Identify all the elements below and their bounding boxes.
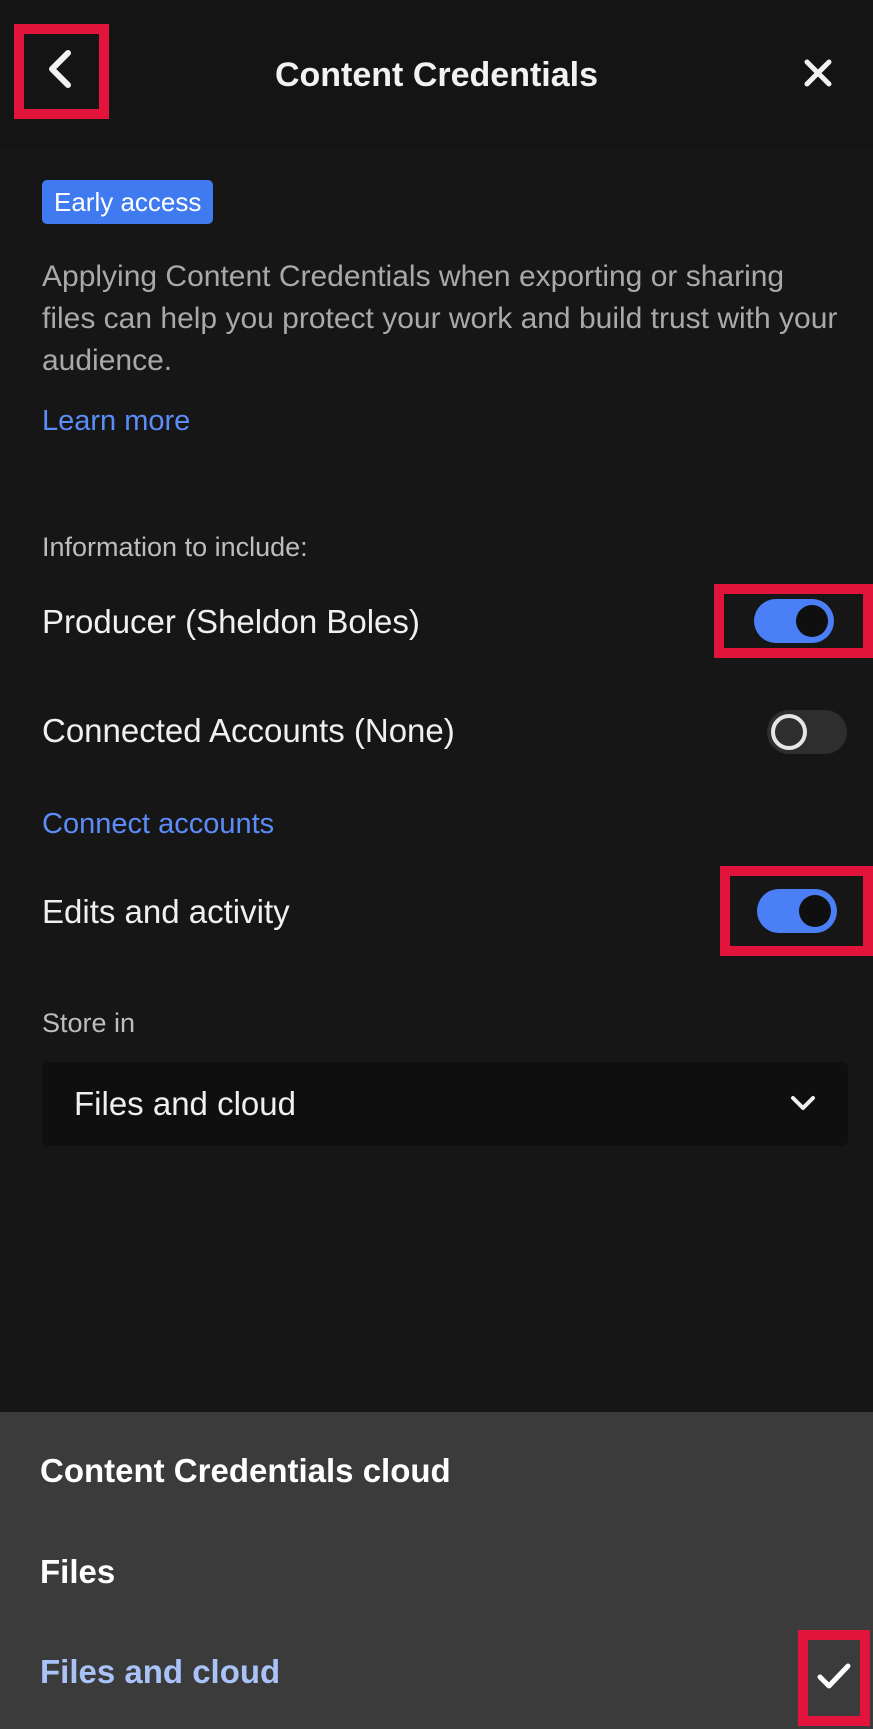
selected-check-highlight (798, 1630, 870, 1726)
early-access-badge: Early access (42, 180, 214, 224)
connected-accounts-toggle-wrap (767, 710, 847, 754)
producer-toggle[interactable] (753, 599, 834, 643)
store-in-label: Store in (42, 1008, 136, 1038)
toggle-knob (798, 895, 831, 927)
store-in-dropdown[interactable]: Files and cloud (42, 1062, 848, 1146)
connected-accounts-toggle[interactable] (767, 710, 847, 754)
option-files-and-cloud[interactable]: Files and cloud (40, 1653, 280, 1691)
toggle-knob (771, 714, 807, 750)
learn-more-link[interactable]: Learn more (42, 405, 190, 438)
edits-and-activity-toggle[interactable] (756, 889, 837, 933)
toggle-knob (795, 605, 828, 637)
checkmark-icon (816, 1661, 852, 1696)
connect-accounts-link[interactable]: Connect accounts (42, 808, 274, 841)
edits-and-activity-label: Edits and activity (42, 893, 290, 930)
page-title: Content Credentials (274, 56, 599, 94)
content-credentials-screen: Content Credentials Early access Applyin… (0, 0, 873, 1729)
chevron-down-icon (788, 1090, 818, 1121)
close-icon (802, 57, 834, 94)
connected-accounts-label: Connected Accounts (None) (42, 712, 455, 749)
option-files[interactable]: Files (40, 1553, 115, 1591)
top-bar: Content Credentials (0, 0, 873, 150)
store-in-value: Files and cloud (74, 1085, 296, 1122)
option-content-credentials-cloud[interactable]: Content Credentials cloud (40, 1452, 451, 1490)
description-text: Applying Content Credentials when export… (42, 260, 838, 377)
producer-label: Producer (Sheldon Boles) (42, 603, 420, 640)
edits-toggle-highlight (720, 866, 873, 956)
info-to-include-label: Information to include: (42, 532, 308, 562)
producer-toggle-highlight (714, 584, 873, 658)
close-button[interactable] (793, 50, 843, 100)
